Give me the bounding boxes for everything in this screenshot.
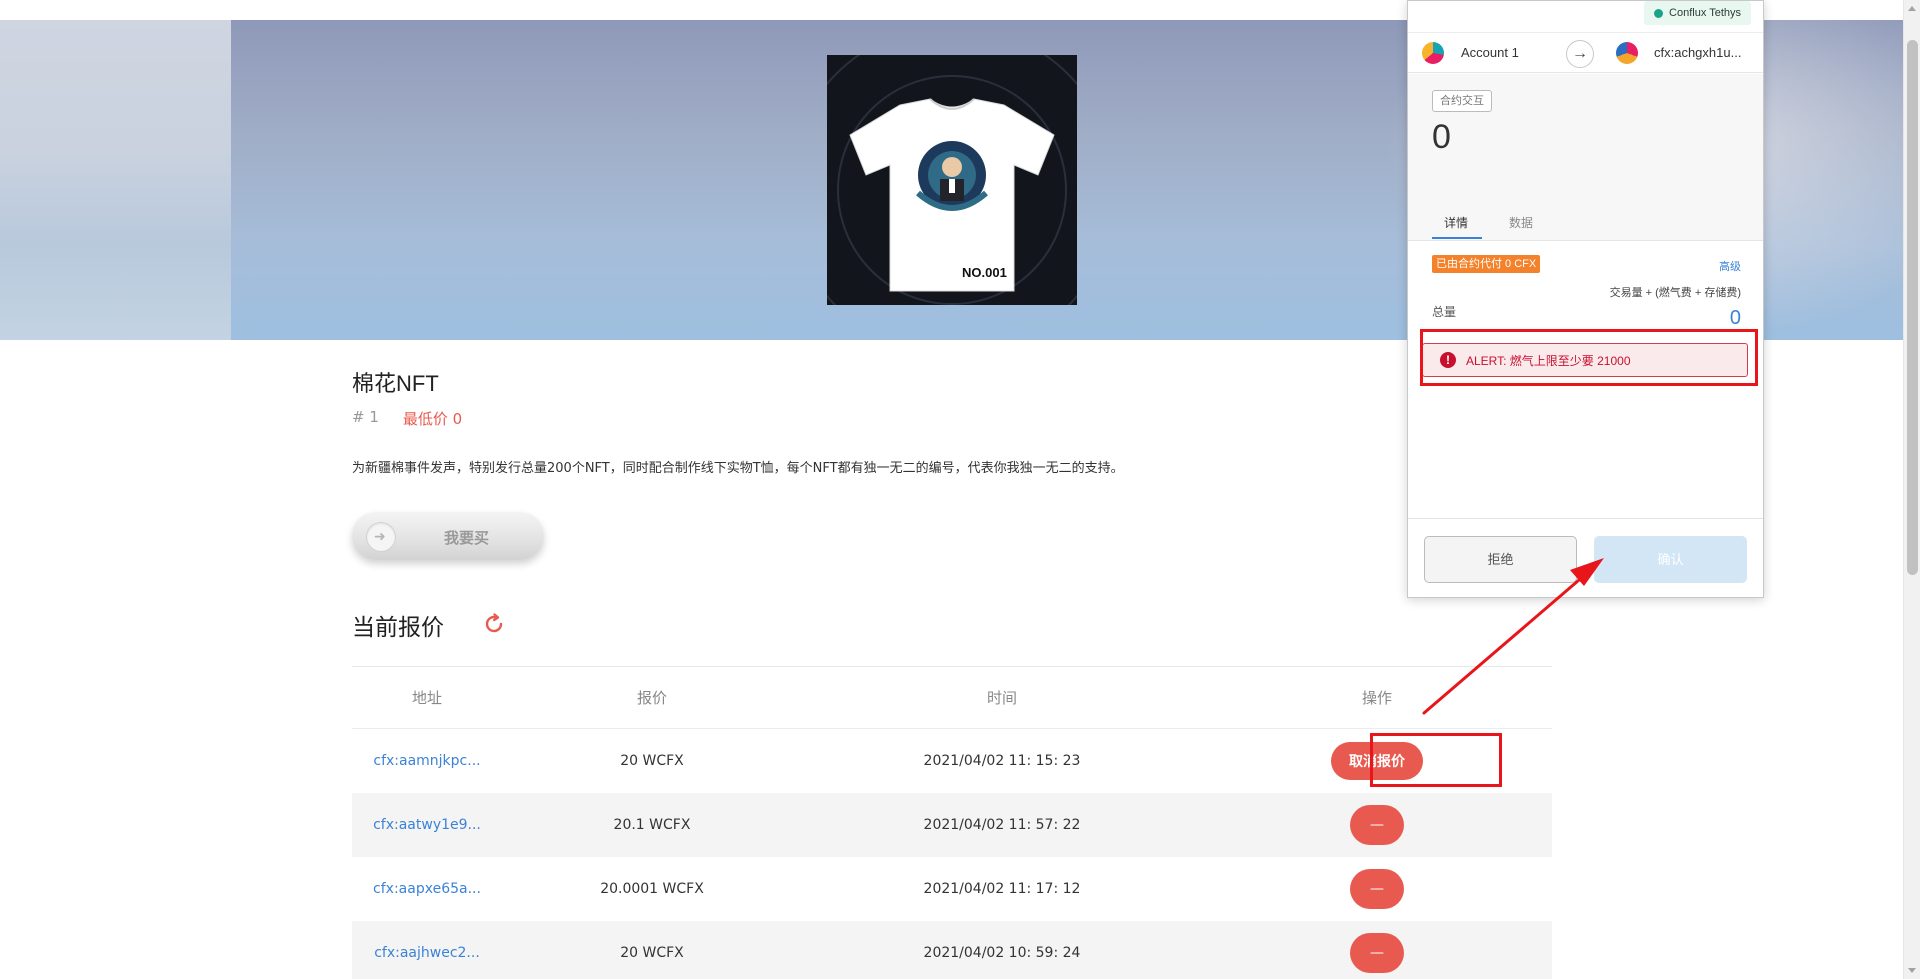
wallet-footer: 拒绝 确认 — [1408, 518, 1763, 598]
product-description: 为新疆棉事件发声，特别发行总量200个NFT，同时配合制作线下实物T恤，每个NF… — [352, 461, 1124, 476]
scroll-down-icon[interactable] — [1908, 968, 1916, 973]
transaction-value: 0 — [1432, 118, 1451, 156]
transaction-summary: 合约交互 0 详情 数据 — [1408, 74, 1763, 241]
nft-artwork: NO.001 — [827, 55, 1077, 305]
network-name: Conflux Tethys — [1669, 7, 1741, 19]
offer-address-link[interactable]: cfx:aatwy1e9... — [373, 817, 481, 833]
reject-button[interactable]: 拒绝 — [1424, 536, 1577, 583]
offer-price: 20 WCFX — [620, 945, 684, 961]
highlight-cancel-offer — [1370, 733, 1502, 787]
offer-time: 2021/04/02 10: 59: 24 — [923, 945, 1081, 961]
scroll-up-icon[interactable] — [1908, 6, 1916, 11]
scrollbar-thumb[interactable] — [1907, 40, 1918, 575]
min-price: 最低价 0 — [402, 410, 463, 428]
offer-time: 2021/04/02 11: 57: 22 — [923, 817, 1081, 833]
total-value: 0 — [1729, 307, 1741, 329]
arrow-right-icon: → — [1566, 40, 1594, 68]
from-account-avatar — [1422, 42, 1444, 64]
tab-details[interactable]: 详情 — [1444, 214, 1468, 231]
buy-button-label: 我要买 — [444, 529, 490, 547]
offer-price: 20.1 WCFX — [613, 817, 691, 833]
header-time: 时间 — [986, 689, 1017, 707]
table-row: cfx:aajhwec2... 20 WCFX 2021/04/02 10: 5… — [352, 921, 1552, 979]
header-address: 地址 — [411, 689, 442, 707]
sponsor-badge: 已由合约代付 0 CFX — [1432, 255, 1541, 273]
offer-action-button[interactable]: — — [1350, 805, 1404, 845]
product-meta: # 1 最低价 0 — [352, 408, 462, 429]
total-label: 总量 — [1432, 305, 1457, 319]
offer-address-link[interactable]: cfx:aajhwec2... — [374, 945, 480, 961]
fee-breakdown: 交易量 + (燃气费 + 存储费) — [1609, 287, 1741, 299]
tab-data[interactable]: 数据 — [1509, 214, 1533, 231]
offer-time: 2021/04/02 11: 15: 23 — [923, 753, 1081, 769]
buy-button[interactable]: ➜ 我要买 — [352, 512, 544, 560]
product-id: # 1 — [352, 408, 379, 426]
table-row: cfx:aapxe65a... 20.0001 WCFX 2021/04/02 … — [352, 857, 1552, 921]
offers-table: 地址 报价 时间 操作 cfx:aamnjkpc... 20 WCFX 2021… — [352, 666, 1552, 979]
method-tag: 合约交互 — [1432, 90, 1492, 112]
network-status-dot — [1654, 8, 1664, 18]
wallet-popup: Conflux Tethys Account 1 → cfx:achgxh1u.… — [1407, 0, 1764, 598]
offers-title: 当前报价 — [352, 614, 444, 640]
advanced-link[interactable]: 高级 — [1719, 258, 1741, 274]
account-bar: Account 1 → cfx:achgxh1u... — [1408, 32, 1763, 73]
offer-price: 20 WCFX — [620, 753, 684, 769]
offer-action-button[interactable]: — — [1350, 933, 1404, 973]
arrow-right-icon: ➜ — [374, 529, 386, 545]
to-contract-address: cfx:achgxh1u... — [1654, 45, 1742, 60]
network-indicator[interactable]: Conflux Tethys — [1644, 1, 1751, 25]
page-scrollbar[interactable] — [1903, 0, 1920, 979]
offer-action-button[interactable]: — — [1350, 869, 1404, 909]
hero-left-panel — [0, 20, 231, 340]
refresh-icon[interactable] — [482, 612, 506, 636]
product-title: 棉花NFT — [352, 371, 439, 396]
table-row: cfx:aatwy1e9... 20.1 WCFX 2021/04/02 11:… — [352, 793, 1552, 857]
from-account-name: Account 1 — [1461, 45, 1519, 60]
table-header: 地址 报价 时间 操作 — [352, 667, 1552, 729]
header-action: 操作 — [1361, 689, 1392, 707]
offer-price: 20.0001 WCFX — [600, 881, 704, 897]
buy-slider-knob[interactable]: ➜ — [366, 522, 396, 552]
offer-address-link[interactable]: cfx:aapxe65a... — [373, 881, 481, 897]
active-tab-indicator — [1432, 237, 1482, 239]
to-contract-avatar — [1616, 42, 1638, 64]
header-price: 报价 — [636, 689, 667, 707]
tshirt-image — [849, 98, 1055, 292]
artwork-number: NO.001 — [962, 265, 1007, 280]
offer-address-link[interactable]: cfx:aamnjkpc... — [373, 753, 480, 769]
highlight-gas-alert — [1420, 329, 1758, 386]
confirm-button[interactable]: 确认 — [1594, 536, 1747, 583]
offer-time: 2021/04/02 11: 17: 12 — [923, 881, 1081, 897]
